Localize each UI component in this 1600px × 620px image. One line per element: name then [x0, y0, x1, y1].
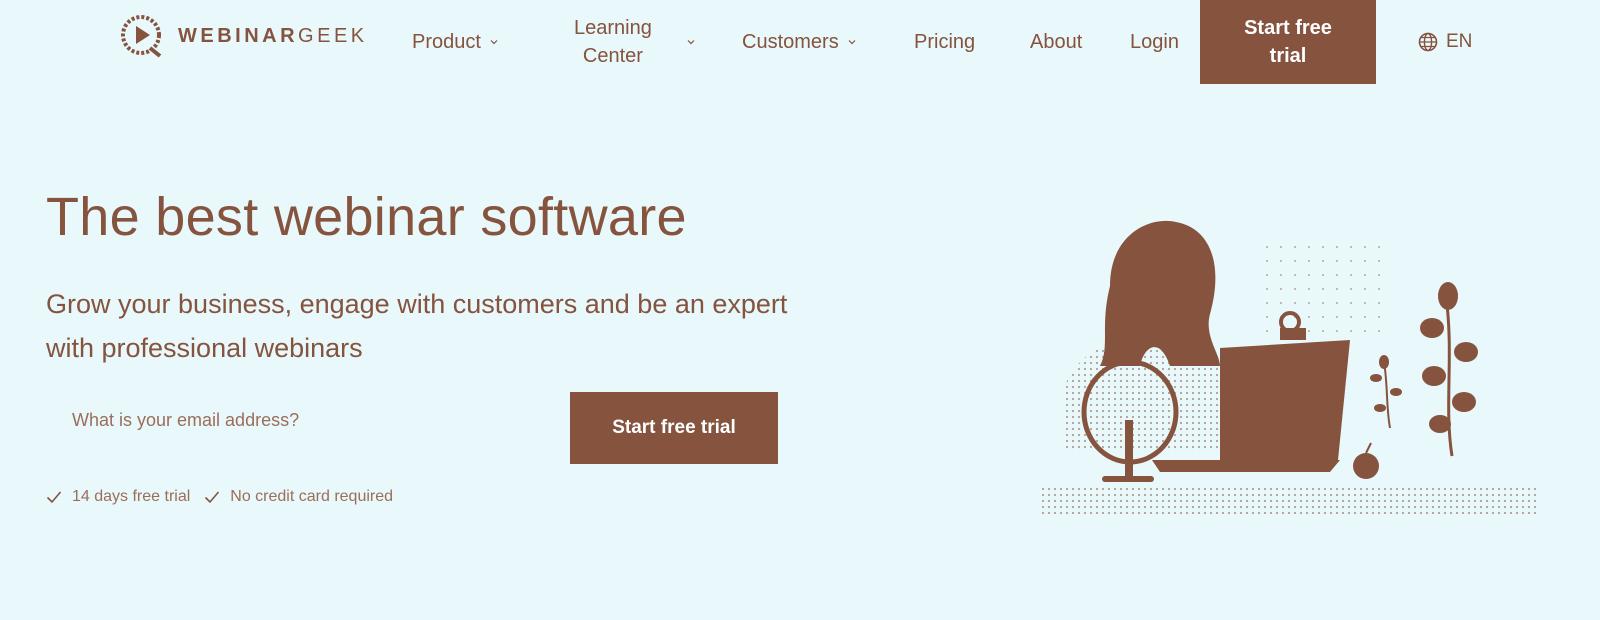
nav-cta-line1: Start free: [1244, 17, 1332, 39]
nav-item-pricing-label: Pricing: [914, 30, 976, 53]
language-label: EN: [1446, 31, 1473, 52]
brand-logo[interactable]: WEBINARGEEK: [120, 15, 368, 58]
small-plant-leaf: [1379, 355, 1389, 369]
webinargeek-logo-icon: [121, 15, 162, 58]
nav-item-customers[interactable]: Customers: [742, 0, 857, 84]
perk-item: No credit card required: [204, 488, 393, 506]
dot-field: [1260, 234, 1380, 334]
small-plant-leaf: [1370, 374, 1382, 382]
globe-icon: [1418, 32, 1438, 52]
hero-illustration: [1040, 220, 1540, 514]
tall-plant-leaf: [1422, 366, 1446, 386]
small-plant-stem: [1383, 361, 1391, 429]
nav-item-product[interactable]: Product: [412, 0, 499, 84]
nav-item-login[interactable]: Login: [1130, 0, 1179, 84]
nav-item-learning-center-label: Learning Center: [574, 14, 652, 70]
perk-free-trial: 14 days free trial: [72, 488, 191, 505]
nav-item-customers-label: Customers: [742, 30, 839, 53]
floor-shadow: [1040, 488, 1540, 514]
check-icon: [205, 491, 220, 504]
brand-name-bold: WEBINAR: [178, 24, 299, 47]
chevron-down-icon: [687, 40, 695, 45]
microphone-base: [1102, 476, 1154, 482]
perk-no-credit-card: No credit card required: [230, 488, 394, 505]
nav-item-learning-center[interactable]: Learning Center: [574, 0, 696, 84]
check-icon: [46, 491, 62, 504]
tall-plant-leaf: [1454, 342, 1478, 362]
perks-list: 14 days free trial No credit card requir…: [46, 488, 397, 506]
nav-item-pricing[interactable]: Pricing: [914, 0, 975, 84]
tall-plant-leaf: [1429, 415, 1451, 433]
brand-name-light: GEEK: [298, 24, 368, 47]
hero-subtitle: Grow your business, engage with customer…: [46, 289, 788, 363]
email-input[interactable]: [46, 384, 546, 456]
nav-cta-line2: trial: [1269, 45, 1307, 67]
laptop-screen: [1220, 340, 1350, 462]
small-plant-leaf: [1374, 404, 1386, 412]
apple-stem: [1365, 442, 1372, 454]
nav-item-learning-center-line2: Center: [582, 45, 643, 67]
top-navigation: WEBINARGEEK Product Learning Center Cust…: [0, 0, 1600, 84]
perk-item: 14 days free trial: [46, 488, 190, 506]
nav-item-product-label: Product: [412, 30, 481, 53]
nav-item-learning-center-line1: Learning: [574, 17, 652, 39]
microphone-stand: [1125, 420, 1133, 480]
language-selector[interactable]: EN: [1418, 0, 1472, 84]
nav-item-about-label: About: [1030, 30, 1083, 53]
hero-title: The best webinar software: [46, 187, 687, 247]
apple: [1353, 453, 1379, 479]
chevron-down-icon: [848, 40, 856, 45]
chevron-down-icon: [490, 40, 498, 45]
nav-start-free-trial-button[interactable]: Start free trial: [1200, 0, 1376, 84]
nav-item-about[interactable]: About: [1030, 0, 1082, 84]
nav-cta-label: Start free trial: [1244, 14, 1332, 70]
small-plant-leaf: [1390, 388, 1402, 396]
start-free-trial-button[interactable]: Start free trial: [570, 392, 778, 464]
webcam-mount: [1280, 328, 1306, 340]
laptop-base: [1152, 460, 1340, 472]
tall-plant-leaf: [1420, 318, 1444, 338]
brand-name: WEBINARGEEK: [178, 25, 368, 48]
tall-plant-leaf: [1452, 392, 1476, 412]
nav-item-login-label: Login: [1130, 30, 1179, 53]
tall-plant-leaf: [1438, 282, 1458, 310]
tall-plant-stem: [1444, 295, 1454, 457]
